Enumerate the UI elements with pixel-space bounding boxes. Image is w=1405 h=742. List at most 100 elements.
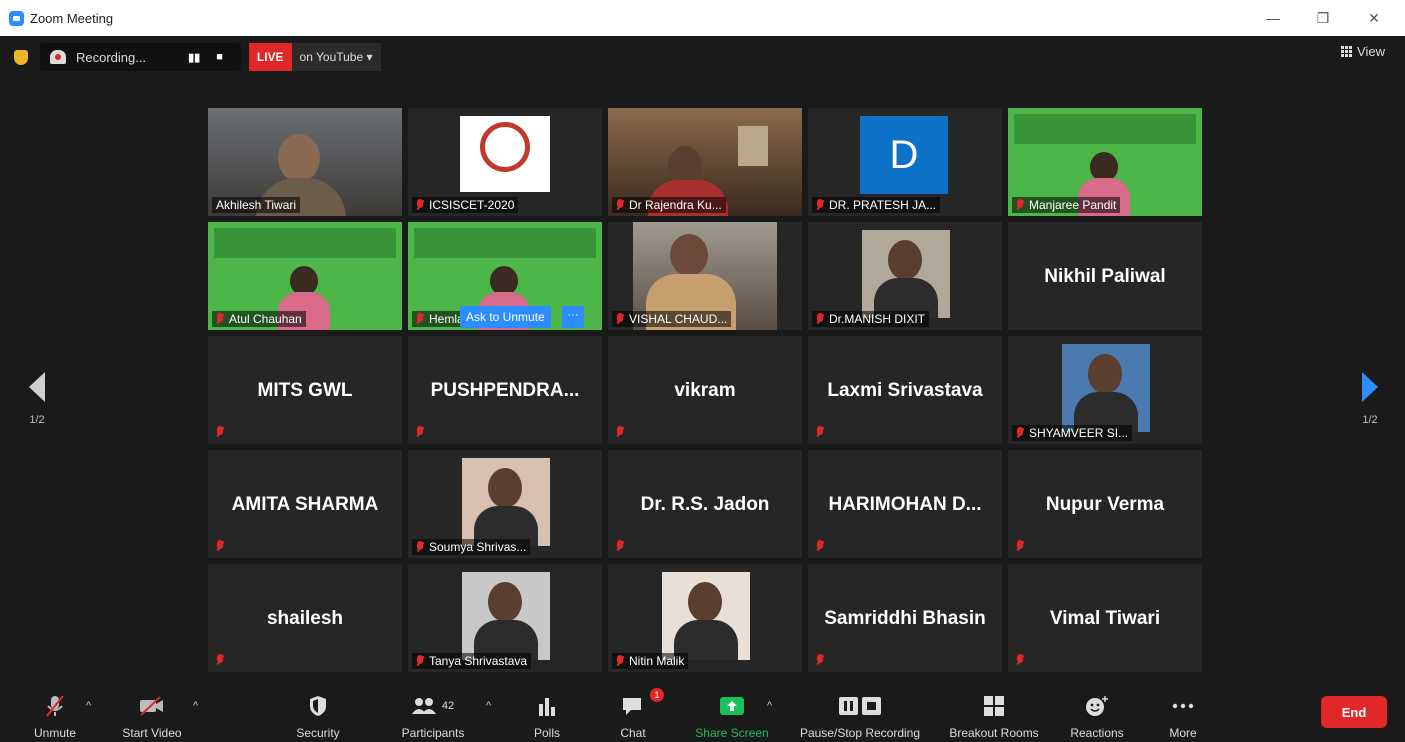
breakout-rooms-icon bbox=[944, 694, 1044, 718]
participant-tile[interactable]: HARIMOHAN D... bbox=[808, 450, 1002, 558]
participant-name-display: PUSHPENDRA... bbox=[430, 380, 580, 401]
participant-tile[interactable]: Nikhil Paliwal bbox=[1008, 222, 1202, 330]
reactions-button[interactable]: Reactions bbox=[1064, 694, 1130, 740]
participant-tile[interactable]: Nitin Malik bbox=[608, 564, 802, 672]
mic-muted-icon bbox=[416, 313, 424, 325]
recording-status: Recording... ▮▮ ■ bbox=[40, 43, 241, 71]
polls-button[interactable]: Polls bbox=[520, 694, 574, 740]
participant-tile[interactable]: AMITA SHARMA bbox=[208, 450, 402, 558]
breakout-rooms-button[interactable]: Breakout Rooms bbox=[944, 694, 1044, 740]
participant-name-label: SHYAMVEER SI... bbox=[1012, 425, 1133, 441]
participant-tile[interactable]: Laxmi Srivastava bbox=[808, 336, 1002, 444]
grid-view-icon bbox=[1341, 46, 1353, 57]
live-destination-dropdown[interactable]: on YouTube ▾ bbox=[291, 43, 381, 71]
live-badge: LIVE bbox=[248, 43, 292, 71]
page-indicator-left: 1/2 bbox=[29, 414, 45, 426]
pause-recording-button[interactable]: ▮▮ bbox=[188, 51, 200, 64]
mic-muted-icon bbox=[416, 199, 424, 211]
start-video-button[interactable]: Start Video bbox=[112, 694, 192, 740]
participant-name: Nitin Malik bbox=[629, 654, 685, 668]
participant-name: Dr.MANISH DIXIT bbox=[829, 312, 926, 326]
shared-screen-banner bbox=[214, 228, 396, 258]
participant-tile[interactable]: PUSHPENDRA... bbox=[408, 336, 602, 444]
participant-name-label: Nitin Malik bbox=[612, 653, 689, 669]
mic-muted-icon bbox=[216, 654, 224, 666]
participant-name-display: Laxmi Srivastava bbox=[827, 380, 983, 401]
participant-tile[interactable]: vikram bbox=[608, 336, 802, 444]
share-options-caret[interactable]: ^ bbox=[767, 700, 772, 712]
participant-name-display: vikram bbox=[674, 380, 736, 401]
participants-options-caret[interactable]: ^ bbox=[486, 700, 491, 712]
participant-grid: Akhilesh Tiwari ICSISCET-2020 Dr Rajendra … bbox=[208, 108, 1202, 672]
participant-tile[interactable]: D DR. PRATESH JA... bbox=[808, 108, 1002, 216]
restore-button[interactable]: ❐ bbox=[1299, 0, 1347, 36]
participant-tile[interactable]: Manjaree Pandit bbox=[1008, 108, 1202, 216]
participant-name-display: HARIMOHAN D... bbox=[828, 494, 982, 515]
view-button[interactable]: View bbox=[1341, 44, 1385, 59]
person-head bbox=[688, 582, 722, 622]
participant-tile[interactable]: VISHAL CHAUD... bbox=[608, 222, 802, 330]
participant-tile[interactable]: SHYAMVEER SI... bbox=[1008, 336, 1202, 444]
participant-tile[interactable]: Vimal Tiwari bbox=[1008, 564, 1202, 672]
window-title: Zoom Meeting bbox=[30, 10, 114, 26]
participant-name: Atul Chauhan bbox=[229, 312, 302, 326]
more-button[interactable]: More bbox=[1158, 694, 1208, 740]
stop-recording-button[interactable]: ■ bbox=[216, 51, 223, 63]
participant-tile[interactable]: Samriddhi Bhasin bbox=[808, 564, 1002, 672]
zoom-app-icon bbox=[9, 10, 24, 26]
ask-to-unmute-button[interactable]: Ask to Unmute bbox=[460, 306, 551, 328]
participant-tile[interactable]: Dr. R.S. Jadon bbox=[608, 450, 802, 558]
participant-tile[interactable]: Atul Chauhan bbox=[208, 222, 402, 330]
participant-tile[interactable]: Akhilesh Tiwari bbox=[208, 108, 402, 216]
mic-muted-icon bbox=[616, 313, 624, 325]
pause-stop-recording-button[interactable]: Pause/Stop Recording bbox=[792, 694, 928, 740]
participants-icon: 42 bbox=[393, 694, 473, 718]
next-page-button[interactable]: 1/2 bbox=[1355, 372, 1385, 426]
video-options-caret[interactable]: ^ bbox=[193, 700, 198, 712]
chat-button[interactable]: 1 Chat bbox=[608, 688, 664, 740]
participant-tile[interactable]: shailesh bbox=[208, 564, 402, 672]
mic-muted-icon bbox=[816, 199, 824, 211]
close-button[interactable]: ✕ bbox=[1350, 0, 1398, 36]
participant-tile[interactable]: Nupur Verma bbox=[1008, 450, 1202, 558]
participants-button[interactable]: 42 Participants bbox=[393, 694, 473, 740]
page-indicator-right: 1/2 bbox=[1362, 414, 1378, 426]
participant-tile[interactable]: MITS GWL bbox=[208, 336, 402, 444]
person-head bbox=[670, 234, 708, 276]
participant-tile[interactable]: Tanya Shrivastava bbox=[408, 564, 602, 672]
pause-stop-recording-label: Pause/Stop Recording bbox=[799, 726, 921, 740]
mic-muted-icon bbox=[1016, 427, 1024, 439]
mic-muted-icon bbox=[216, 540, 224, 552]
chat-label: Chat bbox=[620, 726, 646, 740]
participant-tile[interactable]: Soumya Shrivas... bbox=[408, 450, 602, 558]
mic-muted-icon bbox=[616, 655, 624, 667]
share-screen-icon bbox=[690, 694, 774, 718]
mic-muted-icon bbox=[416, 655, 424, 667]
participant-name-label: Atul Chauhan bbox=[212, 311, 306, 327]
participant-name-label: DR. PRATESH JA... bbox=[812, 197, 941, 213]
participant-tile[interactable]: ICSISCET-2020 bbox=[408, 108, 602, 216]
end-meeting-button[interactable]: End bbox=[1321, 696, 1387, 728]
security-button[interactable]: Security bbox=[285, 694, 351, 740]
share-screen-button[interactable]: Share Screen bbox=[690, 694, 774, 740]
polls-label: Polls bbox=[533, 726, 560, 740]
participant-name-label: Akhilesh Tiwari bbox=[212, 197, 301, 213]
previous-page-button[interactable]: 1/2 bbox=[22, 372, 52, 426]
person-head bbox=[278, 134, 320, 182]
shared-screen-banner bbox=[1014, 114, 1196, 144]
participant-more-button[interactable]: ··· bbox=[562, 306, 584, 328]
participant-name: DR. PRATESH JA... bbox=[829, 198, 937, 212]
security-label: Security bbox=[296, 726, 340, 740]
security-shield-icon[interactable] bbox=[14, 49, 28, 65]
participant-name-label: Dr Rajendra Ku... bbox=[612, 197, 726, 213]
participant-name-display: shailesh bbox=[266, 608, 344, 629]
unmute-button[interactable]: Unmute bbox=[22, 694, 88, 740]
mic-muted-icon bbox=[1016, 199, 1024, 211]
audio-options-caret[interactable]: ^ bbox=[86, 700, 91, 712]
minimize-button[interactable]: — bbox=[1249, 0, 1297, 36]
mic-muted-icon bbox=[816, 313, 824, 325]
more-dots-icon bbox=[1158, 694, 1208, 718]
participant-tile[interactable]: Dr.MANISH DIXIT bbox=[808, 222, 1002, 330]
participant-tile[interactable]: Dr Rajendra Ku... bbox=[608, 108, 802, 216]
participant-name: Dr Rajendra Ku... bbox=[629, 198, 722, 212]
